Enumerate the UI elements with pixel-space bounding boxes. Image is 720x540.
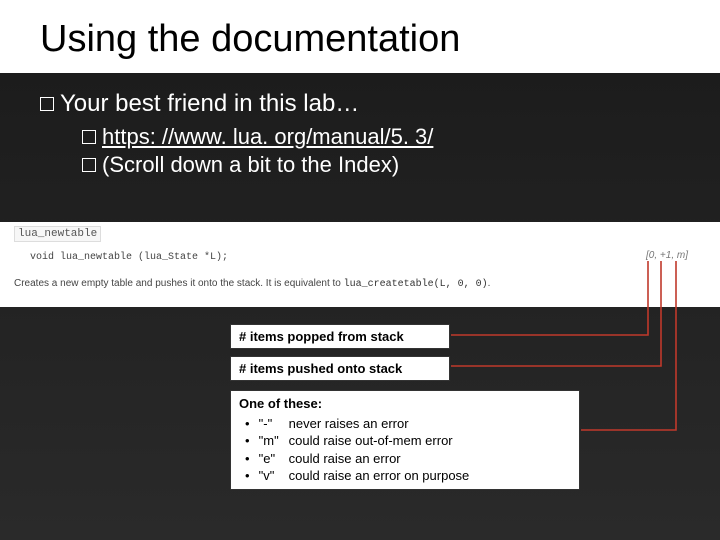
legend-sym: "m": [259, 432, 289, 450]
callout-pushed: # items pushed onto stack: [230, 356, 450, 381]
legend-sym: "e": [259, 450, 289, 468]
legend-item: • "-"never raises an error: [245, 415, 571, 433]
doc-url[interactable]: https: //www. lua. org/manual/5. 3/: [102, 124, 433, 149]
doc-snippet: lua_newtable void lua_newtable (lua_Stat…: [0, 222, 720, 307]
legend-txt: could raise out-of-mem error: [289, 433, 453, 448]
legend-list: • "-"never raises an error • "m"could ra…: [239, 415, 571, 485]
slide-body: Your best friend in this lab… https: //w…: [40, 90, 680, 180]
doc-desc-code: lua_createtable(L, 0, 0): [344, 279, 488, 290]
bullet-scroll-text: (Scroll down a bit to the Index): [102, 152, 399, 177]
callout-popped: # items popped from stack: [230, 324, 450, 349]
slide-title: Using the documentation: [0, 0, 720, 73]
legend-item: • "m"could raise out-of-mem error: [245, 432, 571, 450]
bracket-errcode: m]: [677, 250, 688, 261]
legend-txt: could raise an error: [289, 451, 401, 466]
bullet-box-icon: [40, 97, 54, 111]
legend-sym: "v": [259, 467, 289, 485]
bullet-main-text: Your best friend in this lab…: [60, 90, 359, 117]
legend-sym: "-": [259, 415, 289, 433]
doc-desc-pre: Creates a new empty table and pushes it …: [14, 278, 344, 289]
legend-txt: could raise an error on purpose: [289, 468, 470, 483]
doc-function-name: lua_newtable: [14, 226, 101, 242]
bullet-link: https: //www. lua. org/manual/5. 3/: [82, 124, 680, 150]
doc-signature: void lua_newtable (lua_State *L);: [30, 252, 228, 263]
legend-item: • "e"could raise an error: [245, 450, 571, 468]
bullet-box-icon: [82, 130, 96, 144]
legend-heading: One of these:: [239, 395, 571, 413]
legend-item: • "v"could raise an error on purpose: [245, 467, 571, 485]
doc-description: Creates a new empty table and pushes it …: [14, 278, 490, 290]
bullet-main: Your best friend in this lab…: [40, 90, 680, 118]
doc-desc-post: .: [488, 278, 491, 289]
bullet-box-icon: [82, 158, 96, 172]
callout-error-legend: One of these: • "-"never raises an error…: [230, 390, 580, 490]
bracket-popped: [0,: [646, 250, 657, 261]
bullet-scroll-hint: (Scroll down a bit to the Index): [82, 152, 680, 178]
bracket-pushed: +1,: [660, 250, 674, 261]
legend-txt: never raises an error: [289, 416, 409, 431]
doc-stack-notation: [0, +1, m]: [646, 250, 688, 261]
